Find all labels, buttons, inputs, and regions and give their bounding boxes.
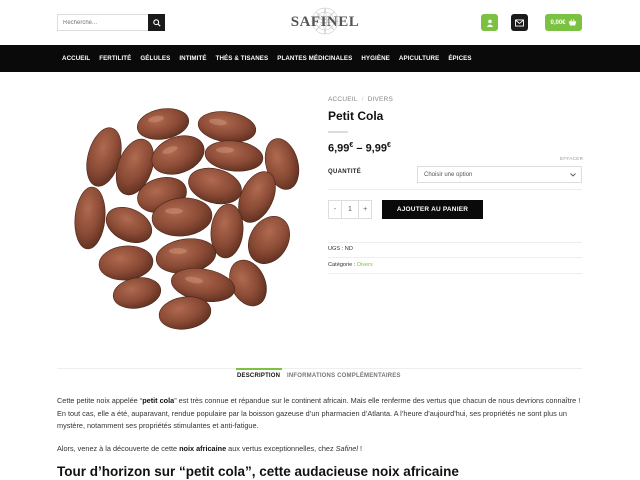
user-icon xyxy=(486,19,493,27)
text: Alors, venez à la découverte de cette xyxy=(57,444,180,453)
divider xyxy=(328,242,582,243)
site-logo[interactable]: SAFINEL xyxy=(291,6,359,38)
divider xyxy=(328,189,582,190)
search-form xyxy=(57,14,165,31)
sku-value: ND xyxy=(344,246,353,252)
variation-select-value: Choisir une option xyxy=(424,171,473,178)
add-to-cart-button[interactable]: AJOUTER AU PANIER xyxy=(382,200,483,219)
product-price: 6,99€ – 9,99€ xyxy=(328,142,391,155)
nav-item-plantes-medicinales[interactable]: PLANTES MÉDICINALES xyxy=(277,55,352,62)
quantity-decrease-button[interactable]: - xyxy=(329,201,341,218)
basket-icon xyxy=(568,19,576,26)
variation-select[interactable]: Choisir une option xyxy=(417,166,582,183)
description-paragraph: Cette petite noix appelée “petit cola” e… xyxy=(57,395,587,433)
bold-text: noix africaine xyxy=(179,444,227,453)
nav-item-epices[interactable]: ÉPICES xyxy=(448,55,471,62)
description-paragraph: Alors, venez à la découverte de cette no… xyxy=(57,443,587,456)
cola-nuts xyxy=(74,108,300,330)
category-label: Catégorie : xyxy=(328,262,356,268)
description-heading: Tour d’horizon sur “petit cola”, cette a… xyxy=(57,464,459,479)
category-link[interactable]: Divers xyxy=(357,262,373,268)
cart-button[interactable]: 0,00€ xyxy=(545,14,582,31)
breadcrumb-separator: / xyxy=(361,96,364,103)
nav-item-hygiene[interactable]: HYGIÈNE xyxy=(361,55,390,62)
search-icon xyxy=(152,18,161,27)
tab-description[interactable]: DESCRIPTION xyxy=(237,373,280,379)
product-image[interactable] xyxy=(70,100,305,335)
site-header: SAFINEL 0,00€ xyxy=(0,0,640,45)
product-title: Petit Cola xyxy=(328,109,384,123)
nav-item-thes-tisanes[interactable]: THÉS & TISANES xyxy=(216,55,269,62)
active-tab-indicator xyxy=(236,368,282,370)
search-input[interactable] xyxy=(58,15,148,30)
bold-text: petit cola xyxy=(142,396,175,405)
text: aux vertus exceptionnelles, chez xyxy=(226,444,336,453)
product-sku: UGS : ND xyxy=(328,246,353,252)
cart-total: 0,00€ xyxy=(550,19,566,26)
mail-icon xyxy=(515,18,524,27)
logo-text: SAFINEL xyxy=(290,13,360,30)
quantity-stepper: - 1 + xyxy=(328,200,372,219)
price-low: 6,99 xyxy=(328,142,350,155)
breadcrumb: ACCUEIL / DIVERS xyxy=(328,96,393,103)
chevron-down-icon xyxy=(570,172,576,177)
text: ! xyxy=(357,444,363,453)
divider xyxy=(328,273,582,274)
nav-item-accueil[interactable]: ACCUEIL xyxy=(62,55,90,62)
sku-label: UGS : xyxy=(328,246,344,252)
quantity-input[interactable]: 1 xyxy=(340,201,360,218)
price-high: 9,99 xyxy=(365,142,387,155)
divider xyxy=(328,257,582,258)
quantity-increase-button[interactable]: + xyxy=(359,201,371,218)
search-button[interactable] xyxy=(148,14,165,31)
main-nav: ACCUEIL FERTILITÉ GÉLULES INTIMITÉ THÉS … xyxy=(0,45,640,72)
clear-selection-link[interactable]: EFFACER xyxy=(560,156,583,161)
nav-item-fertilite[interactable]: FERTILITÉ xyxy=(99,55,131,62)
product-category: Catégorie : Divers xyxy=(328,262,373,268)
breadcrumb-category[interactable]: DIVERS xyxy=(368,96,393,103)
account-button[interactable] xyxy=(481,14,498,31)
nav-item-gelules[interactable]: GÉLULES xyxy=(140,55,170,62)
tabs-divider xyxy=(57,368,582,369)
price-separator: – xyxy=(353,142,366,155)
breadcrumb-home[interactable]: ACCUEIL xyxy=(328,96,358,103)
title-divider xyxy=(328,131,348,133)
tab-additional-information[interactable]: INFORMATIONS COMPLÉMENTAIRES xyxy=(287,373,401,379)
quantity-label: QUANTITÉ xyxy=(328,169,362,175)
nav-item-apiculture[interactable]: APICULTURE xyxy=(399,55,439,62)
currency-symbol: € xyxy=(386,142,391,149)
italic-text: Safinel xyxy=(335,444,358,453)
text: Cette petite noix appelée “ xyxy=(57,396,143,405)
nav-item-intimite[interactable]: INTIMITÉ xyxy=(179,55,206,62)
contact-button[interactable] xyxy=(511,14,528,31)
